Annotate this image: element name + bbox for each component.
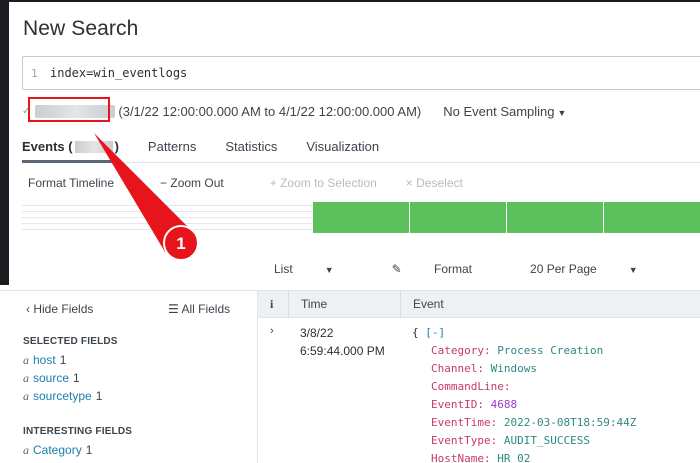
field-category[interactable]: a Category 1: [23, 443, 92, 458]
selected-fields-heading: SELECTED FIELDS: [23, 336, 118, 347]
event-body: { [-] Category: Process Creation Channel:…: [412, 324, 636, 463]
event-field-hostname: HostName: HR_02: [412, 450, 636, 463]
event-time: 6:59:44.000 PM: [300, 344, 385, 358]
event-fields-list: Category: Process Creation Channel: Windo…: [412, 342, 636, 463]
results-list-toolbar: List ▼ ✎ Format 20 Per Page ▼: [274, 262, 696, 276]
field-value[interactable]: HR_02: [497, 452, 530, 463]
field-key[interactable]: Category:: [431, 344, 497, 357]
event-field-commandline: CommandLine:: [412, 378, 636, 396]
info-column-header: i: [270, 297, 274, 311]
event-timestamp[interactable]: 3/8/22 6:59:44.000 PM: [300, 324, 385, 360]
field-value[interactable]: Windows: [491, 362, 537, 375]
json-open-brace: {: [412, 326, 419, 339]
chevron-right-icon[interactable]: ›: [270, 325, 274, 337]
time-column-header[interactable]: Time: [301, 297, 327, 311]
field-key[interactable]: EventID:: [431, 398, 491, 411]
field-source[interactable]: a source 1: [23, 371, 80, 386]
field-key[interactable]: HostName:: [431, 452, 497, 463]
event-field-eventtype: EventType: AUDIT_SUCCESS: [412, 432, 636, 450]
field-count: 1: [85, 443, 93, 457]
field-value[interactable]: 2022-03-08T18:59:44Z: [504, 416, 636, 429]
annotation-marker-label: 1: [176, 234, 185, 253]
field-sourcetype[interactable]: a sourcetype 1: [23, 389, 102, 404]
field-type: a: [23, 389, 29, 403]
caret-down-icon: ▼: [628, 265, 638, 275]
field-name: Category: [33, 443, 82, 457]
format-label: Format: [434, 262, 473, 276]
collapse-toggle[interactable]: [-]: [425, 326, 445, 339]
field-count: 1: [73, 371, 80, 385]
field-value[interactable]: AUDIT_SUCCESS: [504, 434, 590, 447]
field-name: source: [33, 371, 70, 385]
column-divider: [288, 291, 289, 318]
hide-fields-label: Hide Fields: [33, 302, 94, 316]
per-page-label: 20 Per Page: [530, 262, 597, 276]
field-key[interactable]: CommandLine:: [431, 380, 510, 393]
format-button[interactable]: ✎ Format: [392, 262, 501, 276]
field-host[interactable]: a host 1: [23, 353, 66, 368]
field-value[interactable]: 4688: [491, 398, 518, 411]
list-icon: ☰: [168, 302, 182, 316]
list-view-dropdown[interactable]: List ▼: [274, 262, 363, 276]
annotation-highlight-box: [28, 97, 110, 122]
field-type: a: [23, 443, 29, 457]
events-table-header: i Time Event: [258, 290, 700, 318]
field-count: 1: [59, 353, 67, 367]
event-date: 3/8/22: [300, 326, 334, 340]
fields-sidebar: ‹ Hide Fields ☰ All Fields SELECTED FIEL…: [0, 290, 258, 463]
pencil-icon: ✎: [391, 262, 405, 276]
field-key[interactable]: EventTime:: [431, 416, 504, 429]
event-column-header: Event: [413, 297, 444, 311]
field-name: host: [33, 353, 56, 367]
field-key[interactable]: Channel:: [431, 362, 491, 375]
field-value[interactable]: Process Creation: [497, 344, 603, 357]
all-fields-label: All Fields: [181, 302, 231, 316]
field-type: a: [23, 371, 29, 385]
caret-down-icon: ▼: [324, 265, 334, 275]
event-field-channel: Channel: Windows: [412, 360, 636, 378]
all-fields-button[interactable]: ☰ All Fields: [168, 302, 230, 316]
field-type: a: [23, 353, 29, 367]
list-view-label: List: [274, 262, 293, 276]
hide-fields-button[interactable]: ‹ Hide Fields: [26, 302, 93, 316]
event-field-eventid: EventID: 4688: [412, 396, 636, 414]
column-divider: [400, 291, 401, 318]
per-page-dropdown[interactable]: 20 Per Page ▼: [530, 262, 667, 276]
field-count: 1: [95, 389, 103, 403]
field-key[interactable]: EventType:: [431, 434, 504, 447]
field-name: sourcetype: [33, 389, 92, 403]
event-field-category: Category: Process Creation: [412, 342, 636, 360]
interesting-fields-heading: INTERESTING FIELDS: [23, 426, 133, 437]
event-field-eventtime: EventTime: 2022-03-08T18:59:44Z: [412, 414, 636, 432]
